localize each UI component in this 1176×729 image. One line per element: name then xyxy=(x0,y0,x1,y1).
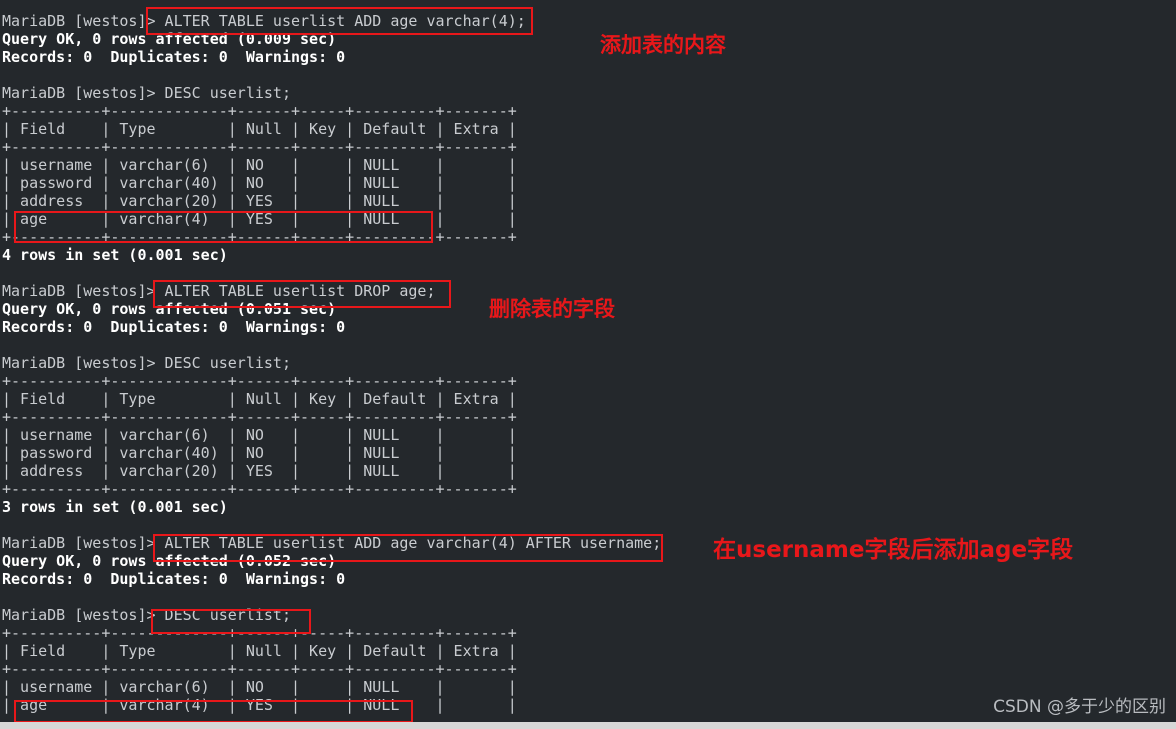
terminal-line: | age | varchar(4) | YES | | NULL | | xyxy=(2,210,517,228)
terminal-line: | address | varchar(20) | YES | | NULL |… xyxy=(2,192,517,210)
terminal-line: +----------+-------------+------+-----+-… xyxy=(2,480,517,498)
terminal-line: +----------+-------------+------+-----+-… xyxy=(2,408,517,426)
terminal-line: MariaDB [westos]> DESC userlist; xyxy=(2,606,291,624)
terminal-line: MariaDB [westos]> DESC userlist; xyxy=(2,84,291,102)
terminal-line: +----------+-------------+------+-----+-… xyxy=(2,372,517,390)
terminal-line: | Field | Type | Null | Key | Default | … xyxy=(2,390,517,408)
terminal-line: Records: 0 Duplicates: 0 Warnings: 0 xyxy=(2,48,346,66)
watermark: CSDN @多于少的区别 xyxy=(993,697,1166,717)
terminal-line: Query OK, 0 rows affected (0.009 sec) xyxy=(2,30,337,48)
annotation-drop-table-field: 删除表的字段 xyxy=(489,297,615,321)
terminal-window: MariaDB [westos]> ALTER TABLE userlist A… xyxy=(0,0,1176,729)
terminal-line: +----------+-------------+------+-----+-… xyxy=(2,102,517,120)
terminal-line: 4 rows in set (0.001 sec) xyxy=(2,246,228,264)
terminal-line: | username | varchar(6) | NO | | NULL | … xyxy=(2,426,517,444)
terminal-output[interactable]: MariaDB [westos]> ALTER TABLE userlist A… xyxy=(0,0,1176,714)
terminal-line: | address | varchar(20) | YES | | NULL |… xyxy=(2,462,517,480)
annotation-add-table-content: 添加表的内容 xyxy=(600,33,726,57)
terminal-line: | Field | Type | Null | Key | Default | … xyxy=(2,120,517,138)
terminal-line: | password | varchar(40) | NO | | NULL |… xyxy=(2,444,517,462)
terminal-line: 3 rows in set (0.001 sec) xyxy=(2,498,228,516)
bottom-scrollbar[interactable] xyxy=(0,722,1176,729)
terminal-line: | Field | Type | Null | Key | Default | … xyxy=(2,642,517,660)
terminal-line: MariaDB [westos]> ALTER TABLE userlist A… xyxy=(2,12,526,30)
terminal-line: +----------+-------------+------+-----+-… xyxy=(2,660,517,678)
terminal-line: MariaDB [westos]> DESC userlist; xyxy=(2,354,291,372)
terminal-line: +----------+-------------+------+-----+-… xyxy=(2,624,517,642)
terminal-line: +----------+-------------+------+-----+-… xyxy=(2,228,517,246)
annotation-add-age-after-username: 在username字段后添加age字段 xyxy=(713,537,1074,563)
terminal-line: +----------+-------------+------+-----+-… xyxy=(2,138,517,156)
terminal-line: | username | varchar(6) | NO | | NULL | … xyxy=(2,156,517,174)
terminal-line: | password | varchar(40) | NO | | NULL |… xyxy=(2,174,517,192)
terminal-line: Records: 0 Duplicates: 0 Warnings: 0 xyxy=(2,570,346,588)
